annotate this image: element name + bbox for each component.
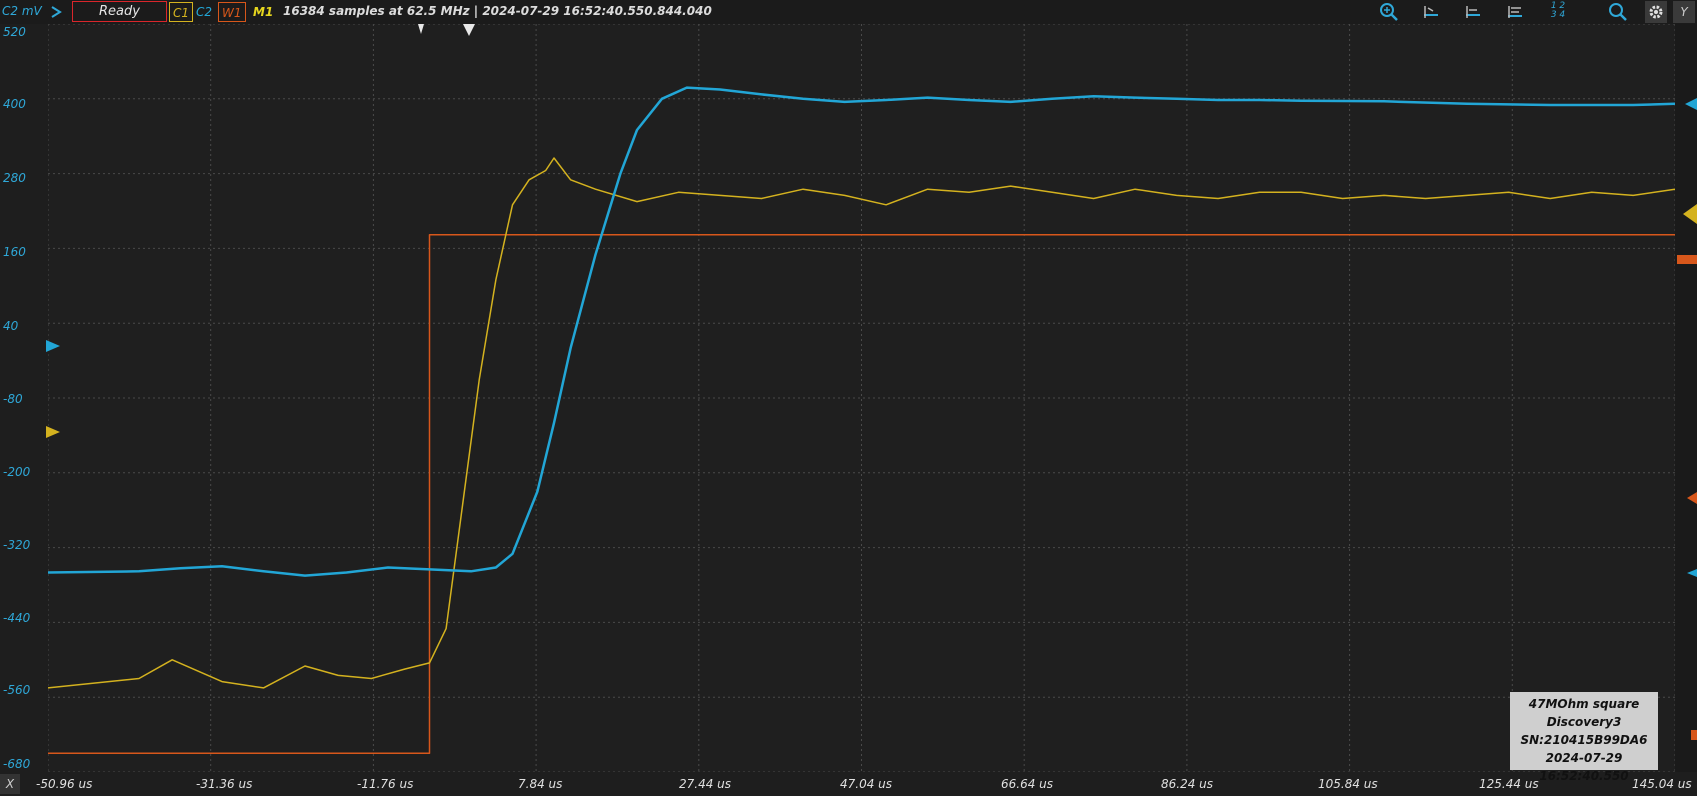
toolbar: C2 mV Ready C1 C2 W1 M1 16384 samples at… — [0, 0, 1697, 24]
zoom-in-icon[interactable] — [1379, 2, 1399, 22]
channel-c2-button[interactable]: C2 — [193, 2, 215, 22]
note-line: SN:210415B99DA6 — [1520, 733, 1648, 747]
c2-offset-marker[interactable] — [46, 340, 60, 352]
c2-right-marker[interactable] — [1685, 98, 1697, 110]
acquisition-info: 16384 samples at 62.5 MHz | 2024-07-29 1… — [283, 4, 712, 18]
channel-m1-button[interactable]: M1 — [250, 2, 276, 22]
waveform-plot[interactable] — [48, 24, 1675, 772]
y-tick-label: 40 — [3, 319, 19, 333]
channel-axis-label[interactable]: C2 mV — [2, 4, 42, 18]
w1-right-marker[interactable] — [1677, 255, 1697, 264]
note-line: 2024-07-29 16:52:40.550 — [1539, 751, 1629, 783]
trigger-position-marker[interactable] — [418, 24, 424, 34]
channel-c1-button[interactable]: C1 — [169, 2, 194, 22]
x-tick-label: -31.36 us — [196, 777, 253, 791]
channel-w1-button[interactable]: W1 — [218, 2, 246, 22]
y-tick-label: -80 — [3, 392, 23, 406]
w1-trigger-marker[interactable] — [1687, 492, 1697, 504]
y-tick-label: -560 — [3, 683, 31, 697]
run-arrow-icon[interactable] — [50, 6, 62, 18]
plot-area[interactable] — [48, 24, 1675, 772]
cursor-h2-icon[interactable] — [1463, 2, 1483, 22]
y-tick-label: -200 — [3, 465, 31, 479]
w1-right-tick[interactable] — [1691, 730, 1697, 740]
y-tick-label: -680 — [3, 757, 31, 771]
y-tick-label: -320 — [3, 538, 31, 552]
y-tick-label: 160 — [3, 245, 26, 259]
x-tick-label: 66.64 us — [1001, 777, 1054, 791]
trigger-marker[interactable] — [463, 24, 475, 36]
y-axis-button[interactable]: Y — [1673, 1, 1695, 23]
right-markers — [1677, 98, 1697, 740]
note-line: Discovery3 — [1546, 715, 1622, 729]
zoom-icon[interactable] — [1608, 2, 1628, 22]
y-tick-label: 400 — [3, 97, 26, 111]
cursor-h1-icon[interactable] — [1421, 2, 1441, 22]
y-tick-label: 520 — [3, 25, 26, 39]
y-tick-label: 280 — [3, 171, 26, 185]
trigger-markers — [418, 24, 475, 36]
gear-icon[interactable] — [1645, 1, 1667, 23]
y-tick-label: -440 — [3, 611, 31, 625]
x-tick-label: 105.84 us — [1318, 777, 1378, 791]
cursor-h3-icon[interactable] — [1505, 2, 1525, 22]
status-ready-button[interactable]: Ready — [72, 1, 167, 22]
x-tick-label: 7.84 us — [518, 777, 563, 791]
left-markers — [46, 340, 60, 438]
x-tick-label: 47.04 us — [840, 777, 893, 791]
c1-offset-marker[interactable] — [46, 426, 60, 438]
x-tick-label: 86.24 us — [1161, 777, 1214, 791]
note-line: 47MOhm square — [1528, 697, 1640, 711]
numbering-1234-icon[interactable]: 1 2 3 4 — [1548, 2, 1568, 22]
x-axis-button[interactable]: X — [0, 774, 20, 794]
x-tick-label: -50.96 us — [36, 777, 93, 791]
annotation-note[interactable]: 47MOhm square Discovery3 SN:210415B99DA6… — [1510, 692, 1658, 783]
c1-right-marker[interactable] — [1683, 204, 1697, 224]
c2-right-tick[interactable] — [1687, 569, 1697, 577]
x-tick-label: 27.44 us — [679, 777, 732, 791]
grid — [48, 24, 1675, 772]
x-tick-label: -11.76 us — [357, 777, 414, 791]
series-c1-trace — [48, 157, 1675, 689]
right-marker-strip[interactable] — [1675, 24, 1697, 772]
